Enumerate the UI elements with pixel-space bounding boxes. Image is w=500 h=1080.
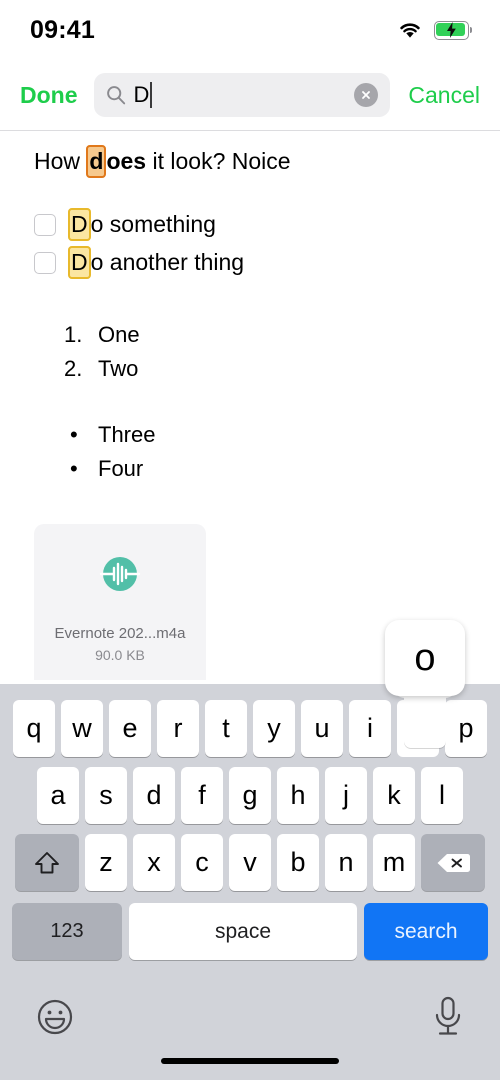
todo-text-rest: o something [90,211,216,238]
paragraph-suffix: it look? Noice [146,148,291,174]
key-i[interactable]: i [349,700,391,757]
emoji-smiley-icon [37,999,73,1035]
list-item: • Three [70,418,466,452]
emoji-button[interactable] [33,995,77,1039]
bulleted-list: • Three • Four [34,418,466,486]
attachment-filesize: 90.0 KB [95,647,145,664]
search-query-value: D [133,82,150,107]
search-match-active: d [86,145,107,178]
close-icon [362,91,371,99]
search-field[interactable]: D [93,73,391,117]
todo-item[interactable]: Do something [34,206,466,244]
key-d[interactable]: d [133,767,175,824]
key-c[interactable]: c [181,834,223,891]
bullet-marker: • [70,455,78,481]
clear-search-button[interactable] [354,83,379,107]
keyboard-row-1: q w e r t y u i o p [0,684,500,757]
key-l[interactable]: l [421,767,463,824]
phone-screen: 09:41 Done D Cancel How d oes it look? N… [0,0,500,1080]
todo-item[interactable]: Do another thing [34,244,466,282]
numbers-key[interactable]: 123 [12,903,122,960]
status-indicators [397,20,472,40]
search-input-text[interactable]: D [134,82,153,108]
audio-waveform-icon [99,557,141,592]
list-item: 2. Two [64,352,466,386]
key-w[interactable]: w [61,700,103,757]
shift-key[interactable] [15,834,79,891]
search-icon [106,86,125,105]
status-bar: 09:41 [0,0,500,60]
key-q[interactable]: q [13,700,55,757]
key-p[interactable]: p [445,700,487,757]
todo-checkbox[interactable] [34,213,56,236]
list-marker: 2. [64,355,83,381]
list-item-label: Two [98,355,139,381]
done-button[interactable]: Done [14,78,84,113]
battery-charging-icon [434,20,472,40]
wifi-icon [400,23,420,38]
list-item-label: Three [98,421,156,447]
search-match: D [68,246,91,280]
key-z[interactable]: z [85,834,127,891]
todo-label: Do another thing [68,246,245,280]
key-j[interactable]: j [325,767,367,824]
backspace-icon [437,853,470,872]
keyboard-row-2: a s d f g h j k l [0,757,500,824]
key-k[interactable]: k [373,767,415,824]
keyboard-bottom-bar [0,989,500,1080]
list-item: • Four [70,452,466,486]
key-u[interactable]: u [301,700,343,757]
keyboard-row-4: 123 space search [0,891,500,960]
backspace-key[interactable] [421,834,485,891]
note-paragraph: How d oes it look? Noice [34,145,466,178]
key-m[interactable]: m [373,834,415,891]
bullet-marker: • [70,421,78,447]
key-n[interactable]: n [325,834,367,891]
cancel-button[interactable]: Cancel [402,78,486,113]
list-marker: 1. [64,321,83,347]
key-x[interactable]: x [133,834,175,891]
paragraph-prefix: How [34,148,87,174]
key-o[interactable]: o [397,700,439,757]
key-g[interactable]: g [229,767,271,824]
key-f[interactable]: f [181,767,223,824]
attachment-filename: Evernote 202...m4a [54,625,186,643]
list-item: 1. One [64,318,466,352]
key-e[interactable]: e [109,700,151,757]
list-item-label: Four [98,455,144,481]
key-v[interactable]: v [229,834,271,891]
paragraph-bold-rest: oes [106,148,147,174]
search-header: Done D Cancel [0,60,500,130]
status-time: 09:41 [30,15,95,44]
key-h[interactable]: h [277,767,319,824]
key-r[interactable]: r [157,700,199,757]
todo-label: Do something [68,208,216,242]
todo-text-rest: o another thing [90,249,245,276]
key-t[interactable]: t [205,700,247,757]
microphone-icon [435,996,461,1035]
list-item-label: One [98,321,140,347]
todo-list: Do something Do another thing [34,206,466,282]
attachment-card[interactable]: Evernote 202...m4a 90.0 KB [34,523,206,680]
home-indicator[interactable] [161,1058,339,1064]
space-key[interactable]: space [129,903,357,960]
note-content[interactable]: How d oes it look? Noice Do something Do … [0,131,500,680]
search-return-key[interactable]: search [364,903,488,960]
dictation-button[interactable] [429,994,467,1040]
todo-checkbox[interactable] [34,251,56,274]
key-a[interactable]: a [37,767,79,824]
charging-bolt-icon [447,22,456,38]
key-y[interactable]: y [253,700,295,757]
text-caret [150,82,153,108]
keyboard-row-3: z x c v b n m [0,824,500,891]
key-s[interactable]: s [85,767,127,824]
numbered-list: 1. One 2. Two [34,318,466,386]
shift-arrow-icon [35,851,59,873]
search-match: D [68,208,91,242]
key-b[interactable]: b [277,834,319,891]
